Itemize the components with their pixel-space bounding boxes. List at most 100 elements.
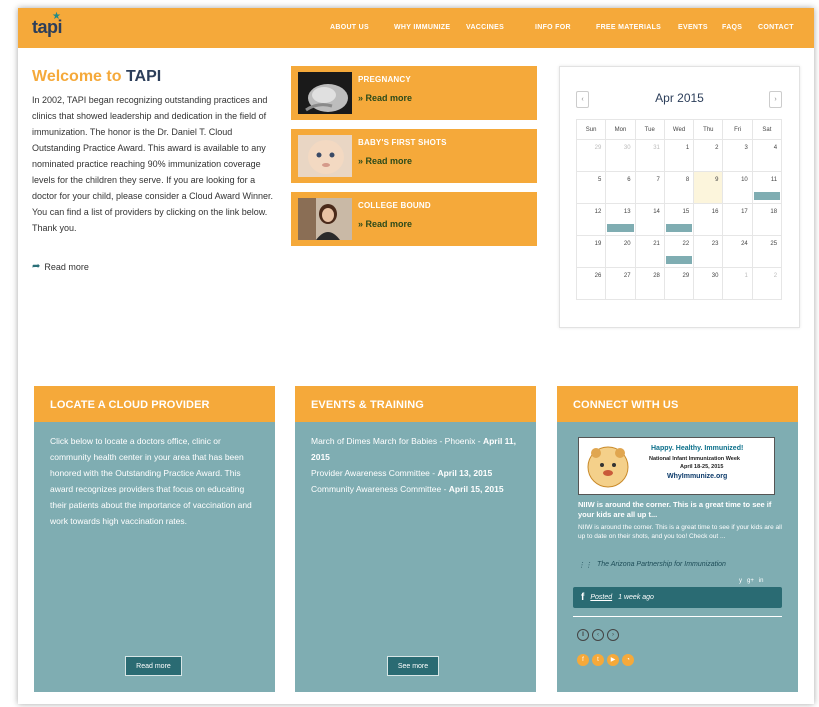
card-header: EVENTS & TRAINING bbox=[295, 386, 536, 422]
calendar-day[interactable]: 7 bbox=[634, 171, 665, 204]
calendar-day[interactable]: 1 bbox=[663, 139, 695, 172]
event-name: Community Awareness Committee - bbox=[311, 484, 449, 494]
calendar-day[interactable]: 27 bbox=[605, 267, 636, 300]
promo-read-more[interactable]: » Read more bbox=[358, 156, 412, 166]
calendar-day-with-event[interactable]: 11 bbox=[751, 171, 783, 204]
nav-faqs[interactable]: FAQS bbox=[722, 24, 742, 31]
nav-info-for[interactable]: INFO FOR bbox=[535, 24, 571, 31]
calendar-day[interactable]: 26 bbox=[575, 267, 607, 300]
nav-why-immunize[interactable]: WHY IMMUNIZE bbox=[394, 24, 450, 31]
youtube-icon[interactable]: ▶ bbox=[607, 654, 619, 666]
calendar-day[interactable]: 30 bbox=[693, 267, 724, 300]
event-item[interactable]: Community Awareness Committee - April 15… bbox=[311, 481, 523, 497]
facebook-post-headline[interactable]: NIIW is around the corner. This is a gre… bbox=[578, 500, 783, 520]
twitter-icon[interactable]: t bbox=[592, 654, 604, 666]
rss-icon[interactable]: ◔ bbox=[622, 654, 634, 666]
calendar-day[interactable]: 6 bbox=[605, 171, 636, 204]
calendar-day-with-event[interactable]: 13 bbox=[605, 203, 636, 236]
weekday-header: Wed bbox=[663, 119, 695, 140]
star-icon: ★ bbox=[52, 11, 61, 22]
banner-line-4: WhyImmunize.org bbox=[667, 473, 728, 480]
calendar-day[interactable]: 24 bbox=[722, 235, 753, 268]
calendar-day[interactable]: 4 bbox=[751, 139, 783, 172]
calendar-prev-button[interactable]: ‹ bbox=[576, 91, 589, 108]
calendar-day[interactable]: 17 bbox=[722, 203, 753, 236]
calendar-event-marker[interactable] bbox=[607, 224, 634, 232]
event-date: April 13, 2015 bbox=[437, 468, 493, 478]
promo-college-bound[interactable]: COLLEGE BOUND » Read more bbox=[291, 192, 537, 246]
event-item[interactable]: March of Dimes March for Babies - Phoeni… bbox=[311, 433, 523, 465]
nav-about-us[interactable]: ABOUT US bbox=[330, 24, 369, 31]
next-icon[interactable]: › bbox=[607, 629, 619, 641]
calendar-day[interactable]: 18 bbox=[751, 203, 783, 236]
social-links: f t ▶ ◔ bbox=[577, 654, 634, 666]
welcome-read-more-label: Read more bbox=[44, 261, 89, 272]
niiw-banner-image[interactable]: Happy. Healthy. Immunized! National Infa… bbox=[578, 437, 775, 495]
nav-contact[interactable]: CONTACT bbox=[758, 24, 794, 31]
facebook-icon[interactable]: f bbox=[577, 654, 589, 666]
twitter-icon[interactable]: y bbox=[739, 578, 742, 584]
calendar-day-number: 11 bbox=[770, 177, 778, 183]
promo-babys-first-shots[interactable]: BABY'S FIRST SHOTS » Read more bbox=[291, 129, 537, 183]
calendar-event-marker[interactable] bbox=[665, 256, 693, 264]
calendar-day[interactable]: 25 bbox=[751, 235, 783, 268]
calendar-next-button[interactable]: › bbox=[769, 91, 782, 108]
pause-icon[interactable]: ‖ bbox=[577, 629, 589, 641]
nav-free-materials[interactable]: FREE MATERIALS bbox=[596, 24, 661, 31]
calendar-day[interactable]: 29 bbox=[663, 267, 695, 300]
google-plus-icon[interactable]: g+ bbox=[747, 578, 754, 584]
posted-link[interactable]: Posted bbox=[590, 594, 612, 601]
facebook-post-snippet: NIIW is around the corner. This is a gre… bbox=[578, 524, 782, 540]
calendar-day[interactable]: 23 bbox=[693, 235, 724, 268]
calendar-day[interactable]: 12 bbox=[575, 203, 607, 236]
calendar-day-with-event[interactable]: 15 bbox=[663, 203, 695, 236]
welcome-read-more-link[interactable]: ➦ Read more bbox=[32, 261, 89, 272]
posted-time: 1 week ago bbox=[618, 594, 654, 601]
card-title: LOCATE A CLOUD PROVIDER bbox=[50, 399, 210, 411]
previous-icon[interactable]: ‹ bbox=[592, 629, 604, 641]
calendar-day[interactable]: 31 bbox=[634, 139, 665, 172]
calendar-day[interactable]: 30 bbox=[605, 139, 636, 172]
calendar-day[interactable]: 16 bbox=[693, 203, 724, 236]
welcome-title-brand: TAPI bbox=[125, 68, 162, 85]
nav-events[interactable]: EVENTS bbox=[678, 24, 708, 31]
promo-read-more[interactable]: » Read more bbox=[358, 93, 412, 103]
calendar-month: Apr 2015 bbox=[655, 91, 704, 105]
source-name: The Arizona Partnership for Immunization bbox=[597, 561, 726, 568]
calendar-day[interactable]: 28 bbox=[634, 267, 665, 300]
events-see-more-button[interactable]: See more bbox=[387, 656, 439, 676]
locate-read-more-button[interactable]: Read more bbox=[125, 656, 182, 676]
nav-vaccines[interactable]: VACCINES bbox=[466, 24, 504, 31]
calendar-day[interactable]: 29 bbox=[575, 139, 607, 172]
calendar-day[interactable]: 21 bbox=[634, 235, 665, 268]
calendar-day[interactable]: 1 bbox=[722, 267, 753, 300]
calendar-day[interactable]: 8 bbox=[663, 171, 695, 204]
calendar-event-marker[interactable] bbox=[753, 192, 781, 200]
calendar-day[interactable]: 14 bbox=[634, 203, 665, 236]
calendar-day[interactable]: 3 bbox=[722, 139, 753, 172]
linkedin-icon[interactable]: in bbox=[759, 578, 764, 584]
calendar-day[interactable]: 2 bbox=[751, 267, 783, 300]
calendar-week: 5 6 7 8 9 10 11 bbox=[575, 171, 783, 204]
calendar-event-marker[interactable] bbox=[665, 224, 693, 232]
event-item[interactable]: Provider Awareness Committee - April 13,… bbox=[311, 465, 523, 481]
calendar-day[interactable]: 2 bbox=[693, 139, 724, 172]
share-links: y g+ in bbox=[739, 578, 764, 584]
calendar-grid: Sun Mon Tue Wed Thu Fri Sat 29 30 31 1 2… bbox=[575, 119, 783, 300]
calendar-day[interactable]: 19 bbox=[575, 235, 607, 268]
baby-photo bbox=[298, 135, 352, 177]
banner-line-3: April 18-25, 2015 bbox=[680, 464, 724, 470]
calendar-day[interactable]: 20 bbox=[605, 235, 636, 268]
promo-pregnancy[interactable]: PREGNANCY » Read more bbox=[291, 66, 537, 120]
facebook-post-source[interactable]: ⋮⋮ The Arizona Partnership for Immunizat… bbox=[578, 561, 726, 569]
welcome-body: In 2002, TAPI began recognizing outstand… bbox=[32, 95, 273, 233]
calendar-day[interactable]: 10 bbox=[722, 171, 753, 204]
calendar-day[interactable]: 5 bbox=[575, 171, 607, 204]
calendar-day-number: 13 bbox=[623, 209, 631, 215]
welcome-title: Welcome to TAPI bbox=[32, 68, 161, 86]
pregnancy-photo bbox=[298, 72, 352, 114]
calendar-day-today[interactable]: 9 bbox=[693, 171, 724, 204]
calendar-day-with-event[interactable]: 22 bbox=[663, 235, 695, 268]
promo-read-more[interactable]: » Read more bbox=[358, 219, 412, 229]
main-nav: ABOUT US WHY IMMUNIZE VACCINES INFO FOR … bbox=[18, 24, 814, 36]
